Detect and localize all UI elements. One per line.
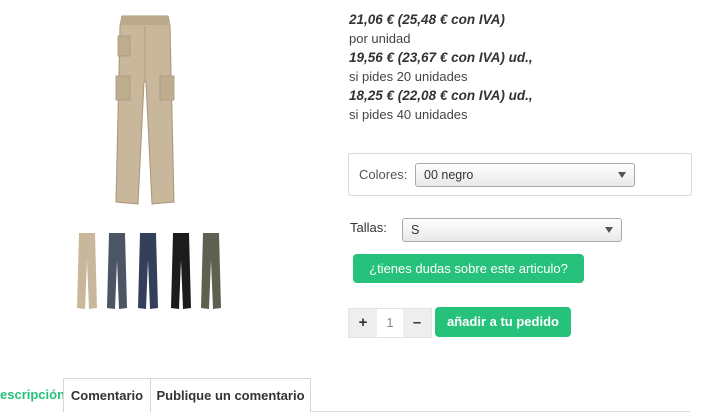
tab-description[interactable]: escripción xyxy=(0,378,64,412)
quantity-minus-button[interactable]: – xyxy=(403,309,431,337)
sizes-select[interactable]: S xyxy=(402,218,622,242)
thumbnail-black[interactable] xyxy=(170,232,192,310)
thumbnail-olive[interactable] xyxy=(200,232,222,310)
product-main-image[interactable] xyxy=(112,12,178,208)
thumbnail-beige[interactable] xyxy=(76,232,98,310)
unit-price-note: por unidad xyxy=(349,31,411,46)
product-tabs: escripción Comentario Publique un coment… xyxy=(0,378,720,414)
quantity-stepper: + 1 – xyxy=(348,308,432,338)
tier1-price: 19,56 € (23,67 € con IVA) ud., xyxy=(349,50,533,65)
chevron-down-icon xyxy=(618,172,626,178)
colors-option-box: Colores: 00 negro xyxy=(348,153,692,196)
thumbnail-gray[interactable] xyxy=(106,232,128,310)
colors-select[interactable]: 00 negro xyxy=(415,163,635,187)
colors-label: Colores: xyxy=(359,167,408,182)
thumbnail-navy[interactable] xyxy=(137,232,159,310)
chevron-down-icon xyxy=(605,227,613,233)
question-button[interactable]: ¿tienes dudas sobre este articulo? xyxy=(353,254,584,283)
tier1-note: si pides 20 unidades xyxy=(349,69,468,84)
product-thumbnails xyxy=(72,232,232,312)
tab-comments[interactable]: Comentario xyxy=(63,378,151,412)
tab-post-comment[interactable]: Publique un comentario xyxy=(150,378,311,412)
tier2-price: 18,25 € (22,08 € con IVA) ud., xyxy=(349,88,533,103)
price-block: 21,06 € (25,48 € con IVA) por unidad 19,… xyxy=(349,10,679,124)
cargo-pants-image xyxy=(115,15,175,205)
sizes-select-value: S xyxy=(411,223,420,237)
add-to-order-button[interactable]: añadir a tu pedido xyxy=(435,307,571,337)
quantity-plus-button[interactable]: + xyxy=(349,309,377,337)
colors-select-value: 00 negro xyxy=(424,168,474,182)
sizes-label: Tallas: xyxy=(350,220,387,235)
unit-price: 21,06 € (25,48 € con IVA) xyxy=(349,12,505,27)
tier2-note: si pides 40 unidades xyxy=(349,107,468,122)
quantity-input[interactable]: 1 xyxy=(377,309,403,337)
